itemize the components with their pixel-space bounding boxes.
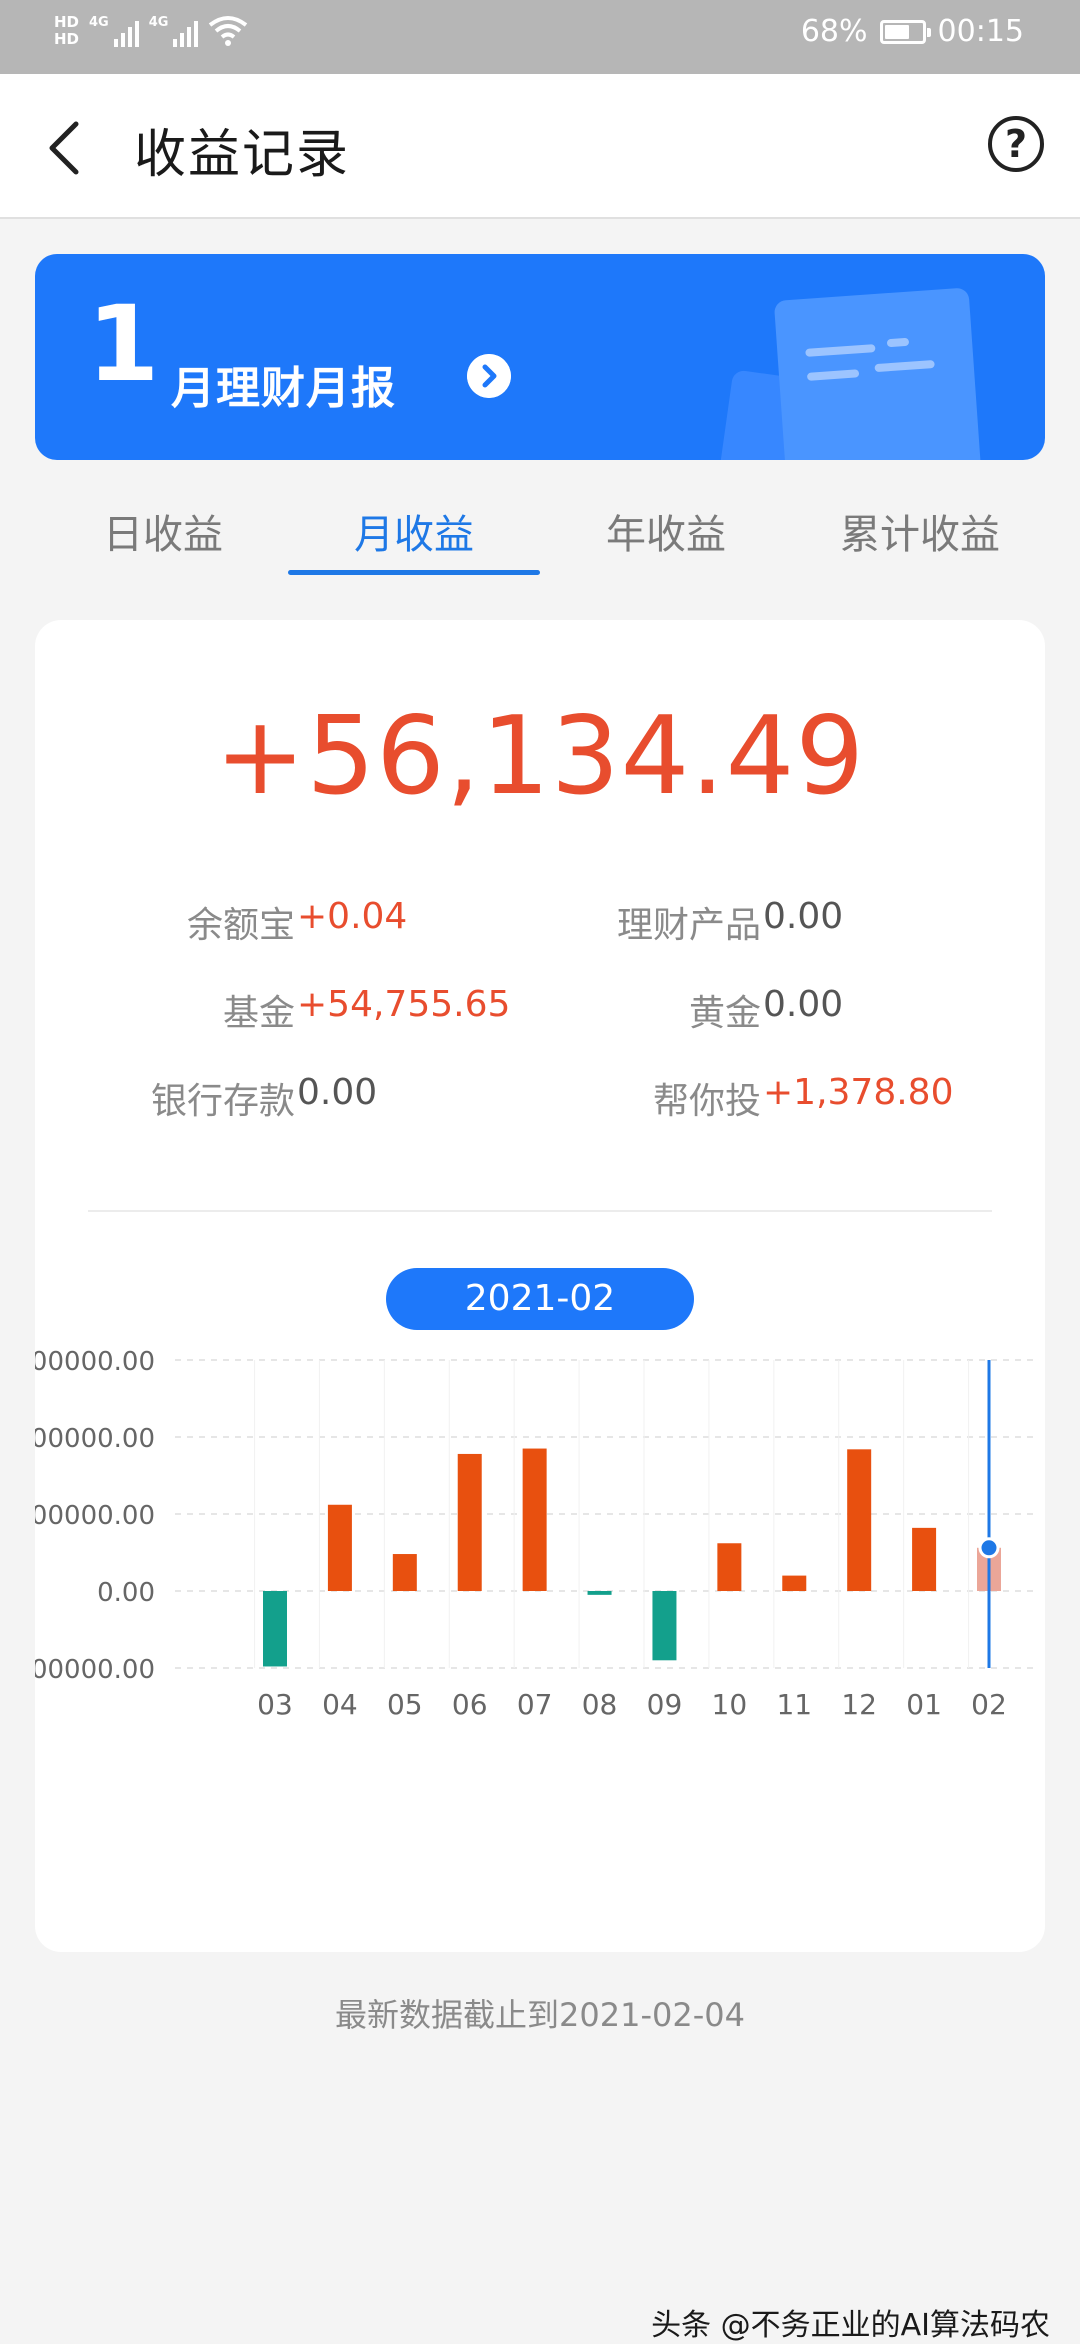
chevron-right-icon bbox=[467, 354, 511, 398]
help-icon[interactable]: ? bbox=[988, 116, 1044, 172]
x-tick-label: 03 bbox=[257, 1688, 293, 1721]
y-tick-label: +100000.00 bbox=[35, 1501, 155, 1531]
tab-yearly[interactable]: 年收益 bbox=[600, 502, 732, 560]
hd-label-1: HD bbox=[54, 13, 80, 31]
page-title: 收益记录 bbox=[134, 125, 351, 185]
network-type-1: 4G bbox=[89, 15, 109, 30]
y-tick-label: +200000.00 bbox=[35, 1424, 155, 1454]
report-month-number: 1 bbox=[87, 283, 160, 405]
back-arrow-icon[interactable] bbox=[44, 118, 84, 178]
hd-label-2: HD bbox=[54, 30, 80, 48]
x-tick-label: 06 bbox=[452, 1688, 488, 1721]
bar-04[interactable] bbox=[327, 1504, 352, 1591]
signal-1-icon: 4G bbox=[89, 15, 139, 47]
item-value: +0.04 bbox=[297, 896, 408, 937]
bar-01[interactable] bbox=[912, 1527, 937, 1591]
item-value: +54,755.65 bbox=[297, 984, 511, 1025]
document-decoration bbox=[773, 287, 982, 460]
signal-2-icon: 4G bbox=[149, 15, 199, 47]
x-tick-label: 07 bbox=[517, 1688, 553, 1721]
status-bar: HD HD 4G 4G 68% 00:15 bbox=[0, 0, 1080, 74]
wifi-icon bbox=[209, 16, 248, 46]
y-tick-label: 0.00 bbox=[97, 1578, 155, 1608]
earnings-card: +56,134.49 余额宝 +0.04 理财产品 0.00 基金 +54,75… bbox=[35, 620, 1045, 1952]
y-tick-label: +300000.00 bbox=[35, 1347, 155, 1377]
bar-06[interactable] bbox=[457, 1453, 482, 1591]
total-earnings: +56,134.49 bbox=[214, 694, 866, 819]
x-tick-label: 12 bbox=[841, 1688, 877, 1721]
active-tab-indicator bbox=[288, 570, 540, 575]
app-header: 收益记录 ? bbox=[0, 74, 1080, 219]
monthly-report-banner[interactable]: 1 月理财月报 bbox=[35, 254, 1045, 460]
item-label: 基金 bbox=[222, 993, 295, 1034]
item-label: 理财产品 bbox=[616, 905, 761, 946]
clock: 00:15 bbox=[937, 14, 1024, 49]
x-tick-label: 04 bbox=[322, 1688, 358, 1721]
report-title: 月理财月报 bbox=[171, 363, 396, 414]
period-tabs: 日收益 月收益 年收益 累计收益 bbox=[0, 478, 1080, 578]
divider bbox=[88, 1210, 992, 1212]
item-label: 余额宝 bbox=[186, 905, 295, 946]
bar-08[interactable] bbox=[587, 1591, 612, 1595]
bar-07[interactable] bbox=[522, 1448, 547, 1591]
item-value: 0.00 bbox=[763, 984, 844, 1025]
network-type-2: 4G bbox=[148, 15, 169, 30]
bar-03[interactable] bbox=[263, 1591, 287, 1667]
y-tick-label: -100000.00 bbox=[35, 1655, 155, 1685]
battery-icon bbox=[879, 19, 931, 44]
bar-11[interactable] bbox=[782, 1575, 807, 1591]
item-label: 黄金 bbox=[688, 993, 761, 1034]
item-label: 银行存款 bbox=[150, 1081, 295, 1122]
item-value: 0.00 bbox=[297, 1072, 378, 1113]
bar-05[interactable] bbox=[392, 1554, 417, 1591]
tab-monthly[interactable]: 月收益 bbox=[348, 502, 480, 560]
hd-indicator: HD HD bbox=[54, 14, 79, 48]
x-tick-label: 02 bbox=[971, 1688, 1007, 1721]
battery-percent: 68% bbox=[800, 14, 868, 49]
tab-daily[interactable]: 日收益 bbox=[98, 502, 228, 560]
x-tick-label: 05 bbox=[387, 1688, 423, 1721]
x-tick-label: 09 bbox=[647, 1688, 683, 1721]
item-label: 帮你投 bbox=[652, 1081, 761, 1122]
monthly-earnings-chart[interactable]: +300000.00 +200000.00 +100000.00 0.00 -10000… bbox=[35, 1340, 1045, 1900]
item-value: +1,378.80 bbox=[763, 1072, 954, 1113]
item-value: 0.00 bbox=[763, 896, 844, 937]
tab-cumulative[interactable]: 累计收益 bbox=[832, 502, 1008, 560]
bar-09[interactable] bbox=[652, 1591, 677, 1661]
watermark: 头条 @不务正业的AI算法码农 bbox=[651, 2308, 1050, 2343]
x-tick-label: 01 bbox=[906, 1688, 942, 1721]
x-tick-label: 10 bbox=[712, 1688, 748, 1721]
x-tick-label: 11 bbox=[776, 1688, 812, 1721]
bar-10[interactable] bbox=[717, 1543, 742, 1591]
period-badge[interactable]: 2021-02 bbox=[386, 1268, 694, 1330]
bar-12[interactable] bbox=[847, 1449, 872, 1591]
selection-dot bbox=[978, 1537, 1000, 1559]
x-tick-label: 08 bbox=[582, 1688, 618, 1721]
data-cutoff-note: 最新数据截止到2021-02-04 bbox=[335, 1996, 745, 2034]
